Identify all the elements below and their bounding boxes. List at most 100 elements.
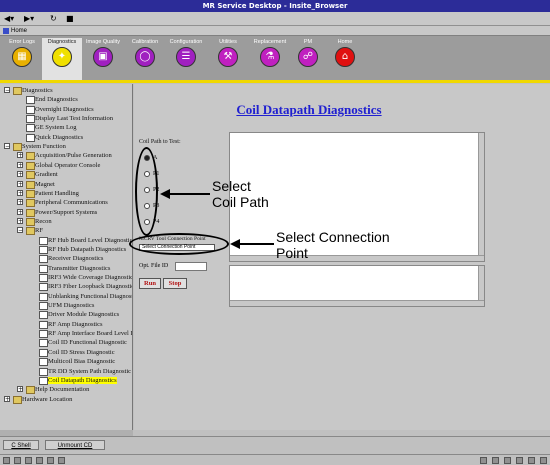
tree-item[interactable]: Coil ID Stress Diagnostic [39,348,115,357]
tab-label: PM [303,39,313,45]
tab-calibration[interactable]: Calibration ◯ [125,38,165,80]
c-shell-button[interactable]: C Shell [3,440,39,450]
status-icon [504,457,511,464]
tree-item[interactable]: Driver Module Diagnostics [39,310,119,320]
tree-item[interactable]: + Hardware Location [4,395,72,404]
tab-utilities[interactable]: Utilities ⚒ [208,38,248,80]
tree-item[interactable]: Overnight Diagnostics [26,105,94,114]
tree-item[interactable]: RF Hub Datapath Diagnostics [39,245,126,254]
configuration-icon: ☰ [176,47,196,67]
tab-replacement[interactable]: Replacement ⚗ [250,38,290,80]
tree-item-label: RF Amp Interface Board Level D [48,330,133,338]
tab-pm[interactable]: PM ☍ [288,38,328,80]
tree-item[interactable]: RF Amp Interface Board Level D [39,329,133,339]
tree-item-label: Multicoil Bias Diagnostic [48,358,116,366]
tree-item[interactable]: − RF [17,226,43,236]
tree-item[interactable]: + Gradient [17,170,58,180]
expand-icon[interactable]: + [17,152,23,159]
unmount-cd-button[interactable]: Unmount CD [45,440,105,450]
tree-item[interactable]: Quick Diagnostics [26,133,83,142]
tree-item-label: RF [35,227,43,235]
expand-icon[interactable]: + [17,386,23,393]
tree-item-label: Peripheral Communications [35,199,108,207]
tree-item-label: Coil ID Functional Diagnostic [48,339,127,347]
tab-label: Error Logs [9,39,35,45]
tree-item[interactable]: RF Hub Board Level Diagnostic [39,236,132,245]
tree-item[interactable]: + Acquisition/Pulse Generation [17,151,112,161]
home-icon: ⌂ [335,47,355,67]
opt-file-id-input[interactable] [175,262,207,271]
reload-icon[interactable]: ↻ [50,14,57,24]
tree-item[interactable]: Coil ID Functional Diagnostic [39,338,127,348]
tree-item[interactable]: Transmitter Diagnostics [39,264,110,273]
tree-item-label: Diagnostics [22,87,53,94]
status-icon [47,457,54,464]
tree-item[interactable]: + Global Operator Console [17,161,100,170]
bottom-button-bar: C Shell Unmount CD [0,436,550,454]
expand-icon[interactable]: + [17,217,23,224]
tree-item[interactable]: + Patient Handling [17,189,79,198]
tree-item[interactable]: Multicoil Bias Diagnostic [39,357,116,367]
tree-item-label: UFM Diagnostics [48,302,95,310]
tree-item-label: RF Hub Datapath Diagnostics [48,245,127,253]
log-output-pane[interactable] [229,265,485,307]
results-vertical-scrollbar[interactable] [478,133,484,261]
tree-item[interactable]: + Help Documentation [17,385,90,395]
expand-icon[interactable]: + [17,180,23,187]
tree-item-label: System Function [22,143,66,151]
collapse-icon[interactable]: − [4,143,10,150]
tab-image-quality[interactable]: Image Quality ▣ [83,38,123,80]
tree-item[interactable]: RF Amp Diagnostics [39,320,103,329]
tree-item[interactable]: IRF3 Wide Coverage Diagnostic [39,273,132,282]
expand-icon[interactable]: + [4,395,10,402]
tree-item[interactable]: + Power/Support Systems [17,208,97,217]
tab-error-logs[interactable]: Error Logs ▦ [2,38,42,80]
tree-item-label: Coil ID Stress Diagnostic [48,348,115,356]
tree-item-label: Coil Datapath Diagnostics [48,376,117,384]
home-bar: Home [0,26,550,36]
forward-arrow-icon[interactable]: ▶▾ [24,14,34,24]
error-logs-icon: ▦ [12,47,32,67]
expand-icon[interactable]: + [17,199,23,206]
tree-item-label: Help Documentation [35,386,90,394]
back-arrow-icon[interactable]: ◀▾ [4,14,14,24]
coil-path-callout-oval [135,147,158,236]
stop-icon[interactable]: ■ [66,14,74,24]
tree-item[interactable]: UFM Diagnostics [39,301,95,311]
tree-item[interactable]: Coil Datapath Diagnostics [39,376,117,385]
tree-item[interactable]: + Magnet [17,180,55,189]
tree-item[interactable]: IRF3 Fiber Loopback Diagnostics [39,282,132,292]
collapse-icon[interactable]: − [4,87,10,94]
tab-label: Configuration [169,39,203,45]
tree-item[interactable]: End Diagnostics [26,95,78,105]
expand-icon[interactable]: + [17,189,23,196]
tree-item[interactable]: Unblanking Functional Diagnostic [39,292,132,301]
tree-item[interactable]: − System Function [4,142,66,152]
tree-item[interactable]: − Diagnostics [4,86,53,95]
tree-item[interactable]: Display Last Test Information [26,114,113,124]
run-button[interactable]: Run [139,278,161,289]
expand-icon[interactable]: + [17,208,23,215]
home-link[interactable]: Home [3,27,27,35]
tab-diagnostics[interactable]: Diagnostics ✦ [42,38,82,80]
tree-item[interactable]: Receiver Diagnostics [39,254,103,264]
coil-path-label: Coil Path to Test: [139,139,181,145]
tree-item-label: Gradient [35,171,58,179]
tree-item-label: Transmitter Diagnostics [48,264,111,272]
log-horizontal-scrollbar[interactable] [230,300,484,306]
tree-item-label: Patient Handling [35,189,79,197]
tab-home[interactable]: Home ⌂ [325,38,365,80]
tree-item[interactable]: + Peripheral Communications [17,198,108,208]
tree-item-label: RF Amp Diagnostics [48,320,103,328]
expand-icon[interactable]: + [17,171,23,178]
tree-item[interactable]: GE System Log [26,123,77,133]
collapse-icon[interactable]: − [17,227,23,234]
stop-button[interactable]: Stop [163,278,187,289]
tree-item-label: Display Last Test Information [35,115,113,123]
tree-item[interactable]: TR DD System Path Diagnostic [39,367,131,376]
tab-configuration[interactable]: Configuration ☰ [166,38,206,80]
page-title[interactable]: Coil Datapath Diagnostics [134,102,484,118]
expand-icon[interactable]: + [17,161,23,168]
tab-label: Calibration [131,39,159,45]
tree-item[interactable]: + Recon [17,217,52,226]
